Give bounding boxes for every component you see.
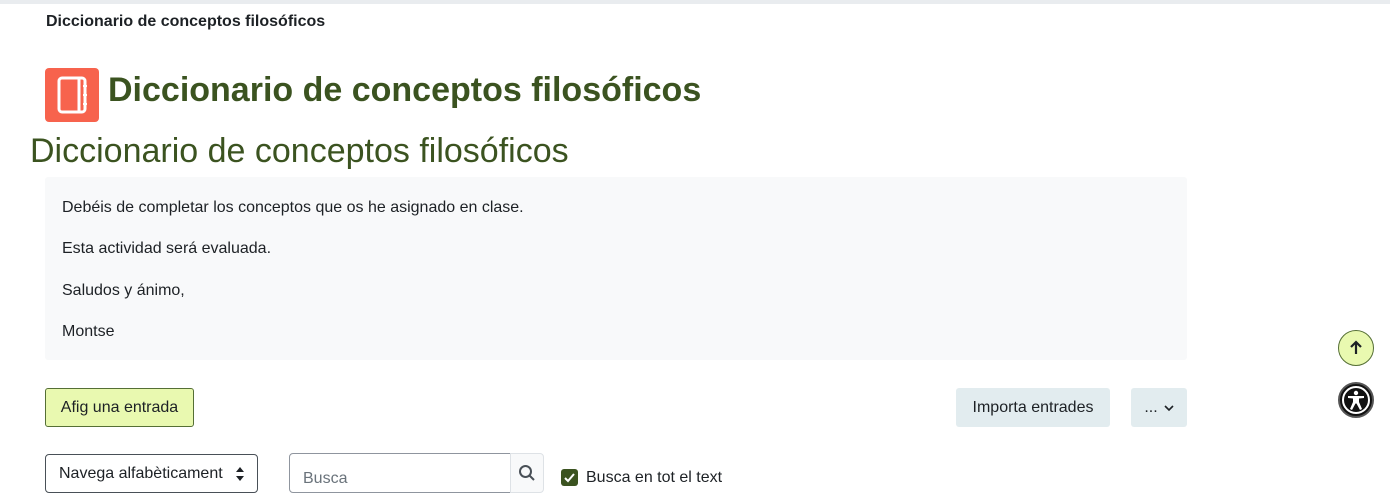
fulltext-checkbox-label[interactable]: Busca en tot el text: [586, 469, 722, 487]
arrow-up-icon: [1350, 340, 1362, 354]
browse-alphabetically-select[interactable]: Navega alfabèticament: [45, 454, 258, 493]
search-input[interactable]: [289, 453, 511, 493]
page-title: Diccionario de conceptos filosóficos: [108, 71, 702, 109]
select-caret-icon: [236, 467, 244, 481]
intro-paragraph: Saludos y ánimo,: [62, 282, 185, 299]
more-actions-label: ...: [1144, 398, 1158, 416]
add-entry-button[interactable]: Afig una entrada: [45, 388, 194, 427]
intro-paragraph: Debéis de completar los conceptos que os…: [62, 199, 524, 216]
fulltext-checkbox[interactable]: [561, 469, 578, 486]
activity-name: Diccionario de conceptos filosóficos: [30, 132, 569, 170]
intro-paragraph: Montse: [62, 323, 115, 340]
more-actions-button[interactable]: ...: [1131, 388, 1187, 427]
activity-description: Debéis de completar los conceptos que os…: [45, 177, 1187, 360]
accessibility-icon: [1342, 386, 1370, 414]
back-to-top-button[interactable]: [1338, 330, 1374, 366]
search-icon: [519, 465, 535, 481]
breadcrumb-current: Diccionario de conceptos filosóficos: [46, 13, 326, 30]
accessibility-button[interactable]: [1338, 382, 1374, 418]
glossary-book-icon: [45, 68, 99, 122]
breadcrumb-clipped: [46, 0, 1006, 5]
intro-paragraph: Esta actividad será evaluada.: [62, 240, 272, 257]
chevron-down-icon: [1164, 404, 1174, 411]
checkmark-icon: [564, 473, 575, 483]
search-button[interactable]: [510, 453, 544, 493]
browse-select-value: Navega alfabèticament: [59, 464, 223, 482]
import-entries-button[interactable]: Importa entrades: [956, 388, 1110, 427]
